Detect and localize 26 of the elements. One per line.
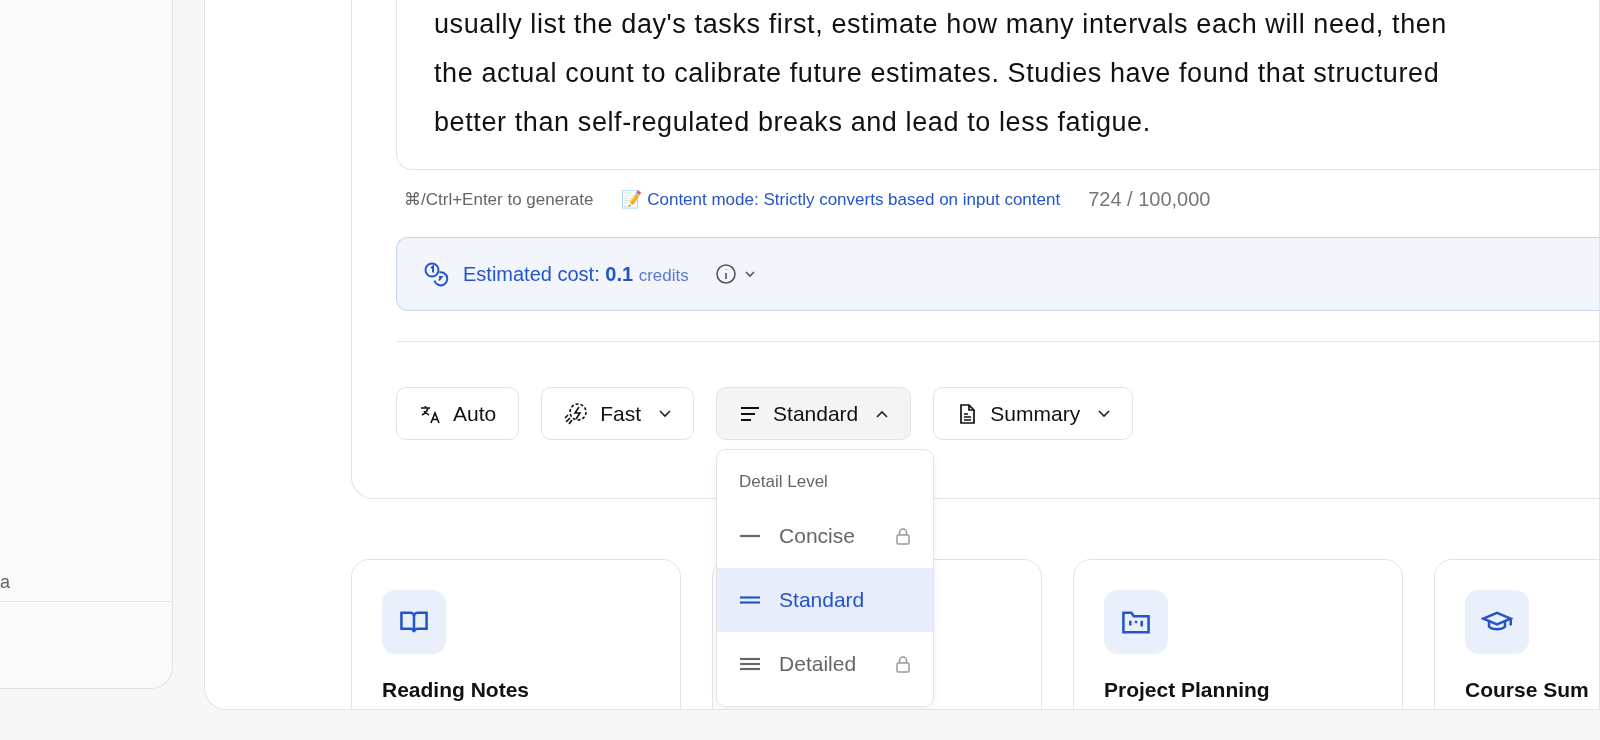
caret-icon [1098,409,1111,418]
caret-icon [659,409,672,418]
text-input-field[interactable]: usually list the day's tasks first, estimate how many intervals each will need, then the actual count to calibrate future estimates. Studies have found that structured better than self-regulated breaks and lead to less fatigue. [396,0,1599,170]
menu-heading: Detail Level [738,471,829,493]
detail-level-option[interactable]: Concise [717,504,934,568]
detail-level-option[interactable]: Standard [717,568,934,632]
template-title: Reading Notes [382,678,531,702]
lightning-icon [564,401,589,426]
lines-icon [739,656,762,672]
speed-option-button[interactable]: Fast [541,387,695,440]
estimated-cost: Estimated cost: 0.1 credits [463,262,689,286]
detail-option-button[interactable]: Standard [716,387,912,440]
lock-icon [895,655,912,673]
sidebar-text: a [0,572,172,602]
template-title: Project Planning [1104,678,1271,702]
character-count: 724 / 100,000 [1088,188,1211,211]
caret-icon [876,409,889,418]
detail-level-option[interactable]: Detailed [717,632,934,696]
lock-icon [895,527,912,545]
language-option-button[interactable]: Auto [396,387,520,440]
format-option-button[interactable]: Summary [933,387,1134,440]
cost-details-toggle[interactable] [714,263,755,285]
coins-icon [423,261,449,287]
content-mode-note: 📝 Content mode: Strictly converts based on input content [621,189,1061,210]
shortcut-hint: ⌘/Ctrl+Enter to generate [404,189,594,210]
template-title: Course Sum [1465,678,1590,702]
